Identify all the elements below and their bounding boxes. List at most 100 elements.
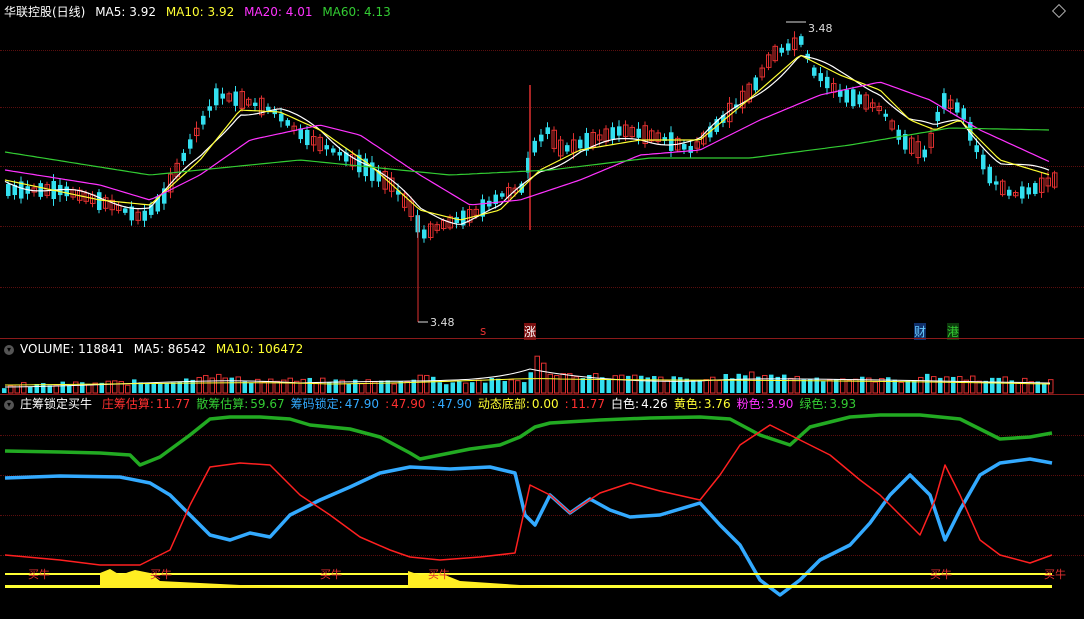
candlestick[interactable]: [740, 85, 746, 114]
candlestick[interactable]: [64, 181, 70, 201]
candlestick[interactable]: [825, 70, 830, 95]
candlestick[interactable]: [454, 211, 460, 229]
candlestick[interactable]: [922, 145, 928, 162]
candlestick[interactable]: [786, 38, 791, 56]
candlestick[interactable]: [428, 221, 434, 241]
candlestick[interactable]: [1039, 172, 1045, 198]
candlestick[interactable]: [1000, 179, 1006, 197]
candlestick[interactable]: [188, 133, 193, 155]
candlestick[interactable]: [500, 190, 505, 200]
candlestick[interactable]: [753, 75, 759, 93]
candlestick[interactable]: [688, 141, 694, 158]
candlestick[interactable]: [38, 180, 44, 200]
candlestick[interactable]: [116, 202, 122, 214]
candlestick[interactable]: [1013, 190, 1019, 198]
candlestick[interactable]: [97, 188, 102, 214]
candlestick[interactable]: [955, 98, 960, 117]
candlestick[interactable]: [876, 102, 882, 115]
candlestick[interactable]: [214, 83, 219, 111]
candlestick[interactable]: [12, 180, 18, 200]
candlestick[interactable]: [239, 88, 245, 112]
candlestick[interactable]: [981, 149, 986, 175]
candlestick[interactable]: [766, 52, 772, 71]
candlestick[interactable]: [324, 138, 330, 156]
candlestick[interactable]: [285, 118, 291, 128]
candlestick[interactable]: [298, 124, 304, 144]
candlestick[interactable]: [994, 175, 999, 191]
candlestick[interactable]: [220, 87, 226, 105]
candlestick[interactable]: [480, 194, 486, 222]
candlestick[interactable]: [162, 182, 167, 210]
candlestick[interactable]: [311, 129, 317, 152]
candlestick[interactable]: [889, 118, 895, 132]
candlestick[interactable]: [357, 149, 362, 178]
chip-indicator-chart[interactable]: [0, 395, 1084, 619]
candlestick[interactable]: [181, 149, 187, 165]
candlestick[interactable]: [344, 147, 349, 167]
candlestick[interactable]: [792, 31, 798, 57]
candlestick-chart[interactable]: [0, 0, 1084, 338]
candlestick[interactable]: [838, 83, 843, 103]
candlestick[interactable]: [1052, 170, 1058, 190]
candlestick[interactable]: [883, 109, 889, 122]
candlestick[interactable]: [915, 135, 921, 165]
candlestick[interactable]: [70, 186, 76, 200]
candlestick[interactable]: [291, 122, 297, 135]
candlestick[interactable]: [662, 133, 668, 145]
candlestick[interactable]: [370, 156, 375, 188]
candlestick[interactable]: [642, 121, 648, 148]
candlestick[interactable]: [135, 207, 141, 225]
candlestick[interactable]: [545, 122, 551, 140]
price-pane[interactable]: 华联控股(日线) MA5: 3.92 MA10: 3.92 MA20: 4.01…: [0, 0, 1084, 340]
candlestick[interactable]: [19, 176, 24, 204]
candlestick[interactable]: [857, 91, 863, 108]
candlestick[interactable]: [584, 127, 590, 156]
candlestick[interactable]: [233, 86, 239, 112]
candlestick[interactable]: [129, 201, 135, 226]
candlestick[interactable]: [201, 110, 206, 130]
candlestick[interactable]: [532, 137, 538, 156]
candlestick[interactable]: [987, 164, 993, 186]
candlestick[interactable]: [467, 205, 473, 227]
candlestick[interactable]: [246, 97, 252, 108]
candlestick[interactable]: [317, 134, 323, 154]
candlestick[interactable]: [259, 95, 265, 118]
candlestick[interactable]: [266, 103, 271, 114]
candlestick[interactable]: [870, 98, 876, 112]
candlestick[interactable]: [831, 77, 837, 98]
candlestick[interactable]: [799, 33, 804, 48]
candlestick[interactable]: [194, 121, 200, 143]
event-marker-s[interactable]: s: [480, 324, 486, 338]
candlestick[interactable]: [1007, 186, 1012, 200]
candlestick[interactable]: [551, 126, 557, 153]
candlestick[interactable]: [434, 221, 440, 234]
candlestick[interactable]: [610, 122, 616, 144]
candlestick[interactable]: [331, 145, 336, 156]
candlestick[interactable]: [649, 128, 655, 144]
candlestick[interactable]: [636, 122, 642, 145]
candlestick[interactable]: [305, 125, 310, 150]
candlestick[interactable]: [422, 225, 427, 243]
candlestick[interactable]: [909, 135, 915, 156]
candlestick[interactable]: [109, 194, 115, 216]
candlestick[interactable]: [655, 129, 661, 145]
candlestick[interactable]: [1033, 180, 1038, 197]
candlestick[interactable]: [279, 107, 284, 128]
candlestick[interactable]: [565, 142, 570, 155]
candlestick[interactable]: [461, 207, 466, 229]
candlestick[interactable]: [103, 194, 109, 212]
candlestick[interactable]: [851, 86, 856, 109]
candlestick[interactable]: [779, 44, 785, 57]
candlestick[interactable]: [1020, 181, 1025, 204]
candlestick[interactable]: [903, 129, 908, 154]
candlestick[interactable]: [226, 91, 232, 104]
candlestick[interactable]: [772, 44, 778, 63]
candlestick[interactable]: [863, 91, 869, 113]
candlestick[interactable]: [558, 136, 564, 160]
candlestick[interactable]: [629, 124, 635, 140]
candlestick[interactable]: [759, 64, 765, 81]
indicator-pane[interactable]: ▾ 庄筹锁定买牛 庄筹估算: 11.77 散筹估算: 59.67 筹码锁定: 47.90:4…: [0, 395, 1084, 619]
candlestick[interactable]: [539, 128, 544, 148]
candlestick[interactable]: [818, 66, 824, 88]
candlestick[interactable]: [253, 97, 258, 111]
